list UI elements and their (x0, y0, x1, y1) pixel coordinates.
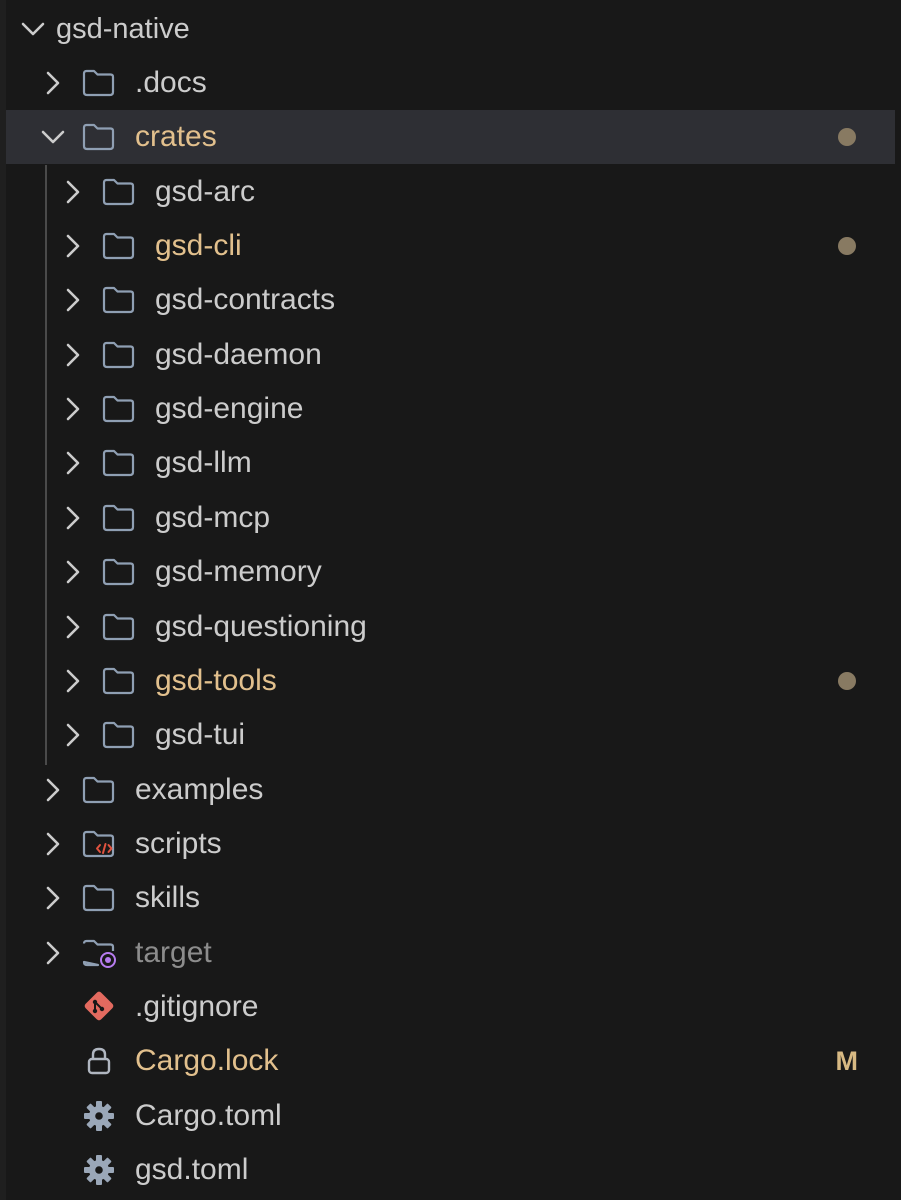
tree-item-label: gsd.toml (135, 1153, 249, 1186)
tree-item-label: .gitignore (135, 989, 259, 1023)
tree-item-gsd-tui[interactable]: gsd-tui (0, 708, 901, 762)
tree-item-gsd-engine[interactable]: gsd-engine (0, 382, 901, 436)
tree-item-gsd-toml[interactable]: gsd.toml (0, 1143, 901, 1197)
chevron-right-icon[interactable] (40, 70, 66, 96)
tree-item-crates[interactable]: crates (6, 110, 895, 165)
folder-scripts-icon (81, 828, 117, 860)
folder-icon (101, 502, 137, 534)
modified-dot-indicator (838, 128, 856, 147)
chevron-right-icon[interactable] (60, 450, 86, 476)
folder-icon (81, 67, 117, 99)
folder-icon (101, 719, 137, 751)
tree-item-gitignore[interactable]: .gitignore (0, 980, 901, 1034)
chevron-right-icon[interactable] (40, 940, 66, 966)
folder-icon (101, 230, 137, 262)
tree-item-label: target (135, 935, 212, 969)
tree-item-gsd-tools[interactable]: gsd-tools (0, 654, 901, 708)
git-modified-badge: M (835, 1046, 859, 1077)
explorer-root[interactable]: gsd-native (0, 2, 901, 56)
tree-item-label: Cargo.toml (135, 1098, 282, 1132)
tree-item-label: gsd-tui (155, 718, 246, 752)
chevron-right-icon[interactable] (60, 287, 86, 313)
chevron-down-icon[interactable] (20, 16, 46, 42)
modified-dot-indicator (838, 671, 856, 690)
tree-item-label: scripts (135, 826, 222, 860)
tree-item-label: gsd-arc (155, 174, 256, 208)
modified-dot-indicator (838, 237, 856, 256)
folder-icon (101, 447, 137, 479)
tree-item-label: gsd-llm (155, 446, 252, 480)
tree-item-label: Cargo.lock (135, 1044, 279, 1078)
chevron-down-icon[interactable] (40, 124, 66, 150)
chevron-right-icon[interactable] (40, 831, 66, 857)
tree-item-label: gsd-tools (155, 663, 277, 697)
chevron-right-icon[interactable] (60, 668, 86, 694)
gear-icon (81, 1100, 117, 1132)
folder-icon (101, 339, 137, 371)
tree-item-docs[interactable]: .docs (0, 56, 901, 110)
tree-item-skills[interactable]: skills (0, 871, 901, 925)
tree-item-label: examples (135, 772, 264, 806)
chevron-right-icon[interactable] (40, 885, 66, 911)
chevron-right-icon[interactable] (60, 559, 86, 585)
tree-item-gsd-cli[interactable]: gsd-cli (0, 219, 901, 273)
tree-item-label: crates (135, 120, 217, 154)
tree-item-label: gsd-memory (155, 555, 322, 589)
git-icon (81, 991, 117, 1023)
chevron-right-icon[interactable] (40, 777, 66, 803)
tree-item-label: skills (135, 881, 200, 915)
chevron-right-icon[interactable] (60, 722, 86, 748)
folder-icon (101, 176, 137, 208)
tree-item-label: gsd-mcp (155, 500, 271, 534)
tree-item-label: gsd-questioning (155, 609, 367, 643)
folder-target-icon (81, 937, 117, 969)
chevron-right-icon[interactable] (60, 505, 86, 531)
folder-icon (81, 774, 117, 806)
gear-icon (81, 1154, 117, 1186)
chevron-right-icon[interactable] (60, 179, 86, 205)
chevron-right-icon[interactable] (60, 614, 86, 640)
tree-item-gsd-memory[interactable]: gsd-memory (0, 545, 901, 599)
explorer-root-label: gsd-native (56, 13, 190, 45)
chevron-right-icon[interactable] (60, 396, 86, 422)
tree-item-gsd-arc[interactable]: gsd-arc (0, 165, 901, 219)
tree-item-scripts[interactable]: scripts (0, 817, 901, 871)
folder-icon (101, 611, 137, 643)
folder-icon (81, 882, 117, 914)
tree-item-label: gsd-daemon (155, 337, 322, 371)
tree-item-cargo-toml[interactable]: Cargo.toml (0, 1089, 901, 1143)
tree-item-cargo-lock[interactable]: Cargo.lock M (0, 1034, 901, 1088)
lock-icon (81, 1045, 117, 1077)
tree-item-gsd-llm[interactable]: gsd-llm (0, 436, 901, 490)
folder-icon (101, 284, 137, 316)
tree-item-target[interactable]: target (0, 926, 901, 980)
folder-icon (81, 121, 117, 153)
folder-icon (101, 556, 137, 588)
tree-item-examples[interactable]: examples (0, 763, 901, 817)
tree-item-label: gsd-cli (155, 229, 242, 263)
chevron-right-icon[interactable] (60, 233, 86, 259)
file-explorer: gsd-native .docs crates gsd-arc gsd-cli gsd-… (0, 0, 901, 1200)
tree-item-gsd-daemon[interactable]: gsd-daemon (0, 328, 901, 382)
tree-item-gsd-questioning[interactable]: gsd-questioning (0, 600, 901, 654)
tree-item-label: gsd-engine (155, 392, 304, 426)
folder-icon (101, 393, 137, 425)
chevron-right-icon[interactable] (60, 342, 86, 368)
tree-item-label: gsd-contracts (155, 283, 336, 317)
folder-icon (101, 665, 137, 697)
tree-item-gsd-mcp[interactable]: gsd-mcp (0, 491, 901, 545)
tree-item-label: .docs (135, 66, 207, 99)
tree-item-gsd-contracts[interactable]: gsd-contracts (0, 273, 901, 327)
